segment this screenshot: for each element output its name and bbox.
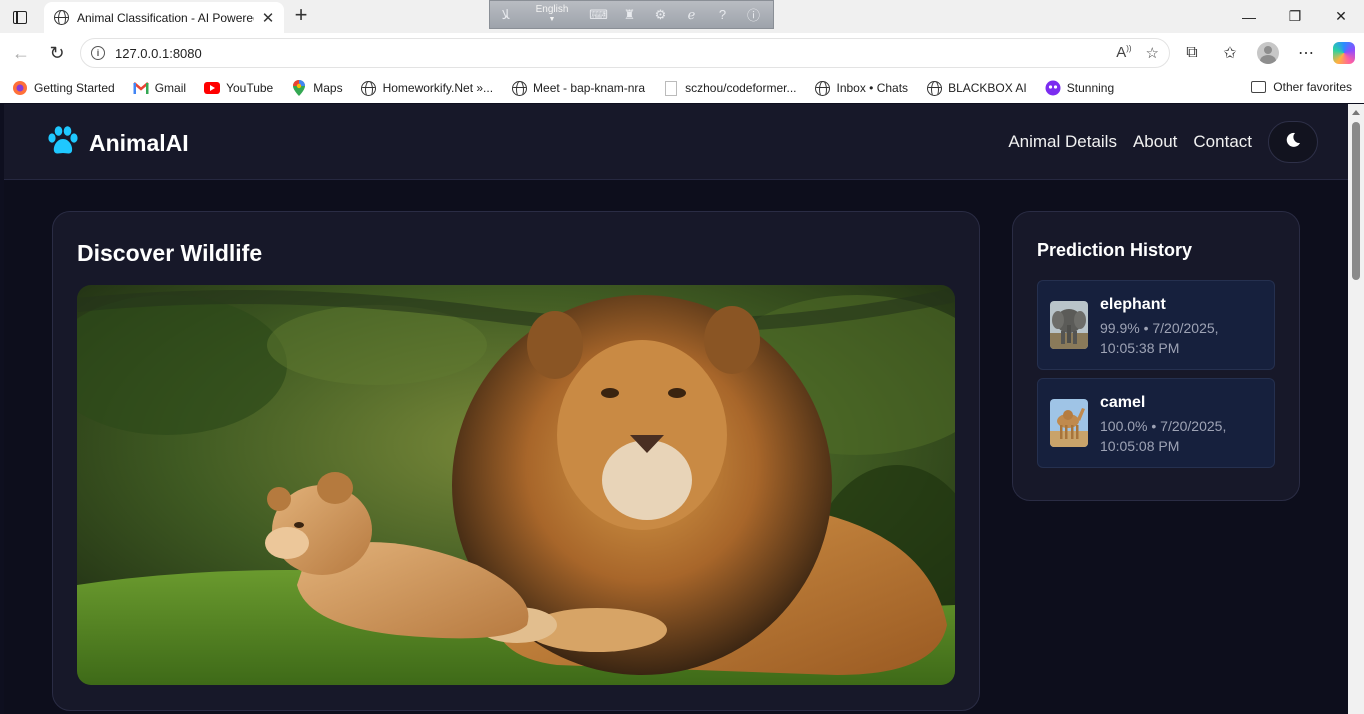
elephant-thumbnail xyxy=(1050,301,1088,349)
prediction-history-card: Prediction History elephant 99.9% • 7/20… xyxy=(1012,211,1300,501)
scroll-up-icon[interactable] xyxy=(1352,110,1360,115)
site-info-icon[interactable]: i xyxy=(91,46,105,60)
browser-toolbar: ← ↻ i 127.0.0.1:8080 A)) ☆ ⧉ ✩ ⋯ xyxy=(0,33,1364,73)
reload-icon[interactable]: ↻ xyxy=(44,40,70,66)
nav-about[interactable]: About xyxy=(1133,132,1177,152)
ime-help-icon[interactable]: ? xyxy=(707,1,738,28)
extensions-icon[interactable]: ⧉ xyxy=(1180,41,1204,65)
browser-tab[interactable]: Animal Classification - AI Powered ✕ xyxy=(44,2,284,33)
folder-icon xyxy=(1251,81,1267,93)
bookmark-maps[interactable]: Maps xyxy=(291,80,343,96)
site-logo[interactable]: AnimalAI xyxy=(47,126,189,161)
tab-title: Animal Classification - AI Powered xyxy=(77,10,254,25)
sidebar-toggle-icon[interactable] xyxy=(8,6,32,28)
globe-icon xyxy=(54,10,69,25)
main-nav: Animal Details About Contact xyxy=(992,121,1318,163)
bookmark-label: sczhou/codeformer... xyxy=(685,81,797,95)
back-arrow-icon[interactable]: ← xyxy=(8,40,34,66)
history-title: Prediction History xyxy=(1037,240,1193,260)
discover-title: Discover Wildlife xyxy=(77,240,263,266)
read-aloud-icon[interactable]: A)) xyxy=(1116,44,1131,62)
globe-icon xyxy=(814,80,830,96)
firefox-icon xyxy=(12,80,28,96)
minimize-icon[interactable]: — xyxy=(1226,0,1272,33)
theme-toggle-button[interactable] xyxy=(1268,121,1318,163)
bookmark-label: Meet - bap-knam-nra xyxy=(533,81,646,95)
page-icon xyxy=(663,80,679,96)
globe-icon xyxy=(926,80,942,96)
bookmarks-bar: Getting Started Gmail YouTube Maps Homew… xyxy=(0,73,1364,103)
bookmark-inbox[interactable]: Inbox • Chats xyxy=(814,80,908,96)
restore-icon[interactable]: ❐ xyxy=(1272,0,1318,33)
ime-keyboard-icon[interactable]: ⌨ xyxy=(583,1,614,28)
ime-info-icon[interactable]: ⓘ xyxy=(738,1,769,28)
page-viewport: AnimalAI Animal Details About Contact Di… xyxy=(4,104,1348,714)
bookmark-label: Maps xyxy=(313,81,343,95)
history-animal-name: elephant xyxy=(1100,296,1166,313)
gmail-icon xyxy=(132,80,149,96)
window-controls: — ❐ ✕ xyxy=(1226,0,1364,33)
maps-icon xyxy=(291,80,307,96)
bookmark-label: Stunning xyxy=(1066,81,1115,95)
bookmark-label: Getting Started xyxy=(34,81,115,95)
nav-contact[interactable]: Contact xyxy=(1193,132,1252,152)
copilot-icon[interactable] xyxy=(1332,41,1356,65)
close-tab-icon[interactable]: ✕ xyxy=(260,9,276,27)
globe-icon xyxy=(361,80,377,96)
other-favorites-label: Other favorites xyxy=(1273,80,1352,94)
profile-avatar[interactable] xyxy=(1256,41,1280,65)
paw-icon xyxy=(47,126,79,161)
ime-browser-icon[interactable]: ℯ xyxy=(676,1,707,28)
scrollbar-thumb[interactable] xyxy=(1352,122,1360,280)
browser-tab-bar: Animal Classification - AI Powered ✕ + ﻼ… xyxy=(0,0,1364,33)
other-favorites[interactable]: Other favorites xyxy=(1251,80,1352,94)
ime-toolbar: ﻼ English ▼ ⌨ ♜ ⚙ ℯ ? ⓘ xyxy=(489,0,774,29)
bookmark-label: Gmail xyxy=(154,81,187,95)
bookmark-label: Inbox • Chats xyxy=(836,81,909,95)
close-window-icon[interactable]: ✕ xyxy=(1318,0,1364,33)
history-item[interactable]: elephant 99.9% • 7/20/2025, 10:05:38 PM xyxy=(1037,280,1275,370)
bookmark-codeformer[interactable]: sczhou/codeformer... xyxy=(663,80,796,96)
history-meta: 99.9% • 7/20/2025, 10:05:38 PM xyxy=(1100,320,1219,356)
page-scrollbar[interactable] xyxy=(1348,104,1364,714)
chevron-down-icon: ▼ xyxy=(548,15,556,23)
bookmark-getting-started[interactable]: Getting Started xyxy=(12,80,115,96)
bookmark-meet[interactable]: Meet - bap-knam-nra xyxy=(511,80,645,96)
bookmark-stunning[interactable]: Stunning xyxy=(1045,80,1114,96)
history-item[interactable]: camel 100.0% • 7/20/2025, 10:05:08 PM xyxy=(1037,378,1275,468)
bookmark-gmail[interactable]: Gmail xyxy=(132,80,187,96)
ime-logo-icon[interactable]: ﻼ xyxy=(490,1,521,28)
bookmark-label: YouTube xyxy=(226,81,274,95)
ime-language-label: English xyxy=(535,3,569,15)
nav-animal-details[interactable]: Animal Details xyxy=(1008,132,1117,152)
favorite-star-icon[interactable]: ☆ xyxy=(1146,44,1159,62)
more-options-icon[interactable]: ⋯ xyxy=(1294,41,1318,65)
globe-icon xyxy=(511,80,527,96)
favorites-icon[interactable]: ✩ xyxy=(1218,41,1242,65)
ime-chess-icon[interactable]: ♜ xyxy=(614,1,645,28)
camel-thumbnail xyxy=(1050,399,1088,447)
ime-settings-icon[interactable]: ⚙ xyxy=(645,1,676,28)
lion-and-cub-photo xyxy=(77,285,955,685)
bookmark-blackbox[interactable]: BLACKBOX AI xyxy=(926,80,1027,96)
bookmark-homeworkify[interactable]: Homeworkify.Net »... xyxy=(361,80,493,96)
site-header: AnimalAI Animal Details About Contact xyxy=(4,104,1348,180)
address-bar[interactable]: i 127.0.0.1:8080 A)) ☆ xyxy=(80,38,1170,68)
discover-card: Discover Wildlife xyxy=(52,211,980,711)
bookmark-youtube[interactable]: YouTube xyxy=(204,80,273,96)
url-text: 127.0.0.1:8080 xyxy=(115,45,202,61)
history-animal-name: camel xyxy=(1100,394,1146,411)
bookmark-label: Homeworkify.Net »... xyxy=(382,81,494,95)
stunning-icon xyxy=(1045,80,1061,96)
moon-icon xyxy=(1285,132,1301,153)
new-tab-button[interactable]: + xyxy=(290,4,312,27)
youtube-icon xyxy=(204,80,221,96)
logo-text: AnimalAI xyxy=(89,130,189,156)
history-meta: 100.0% • 7/20/2025, 10:05:08 PM xyxy=(1100,418,1227,454)
ime-language-selector[interactable]: English ▼ xyxy=(521,1,583,28)
bookmark-label: BLACKBOX AI xyxy=(948,81,1027,95)
